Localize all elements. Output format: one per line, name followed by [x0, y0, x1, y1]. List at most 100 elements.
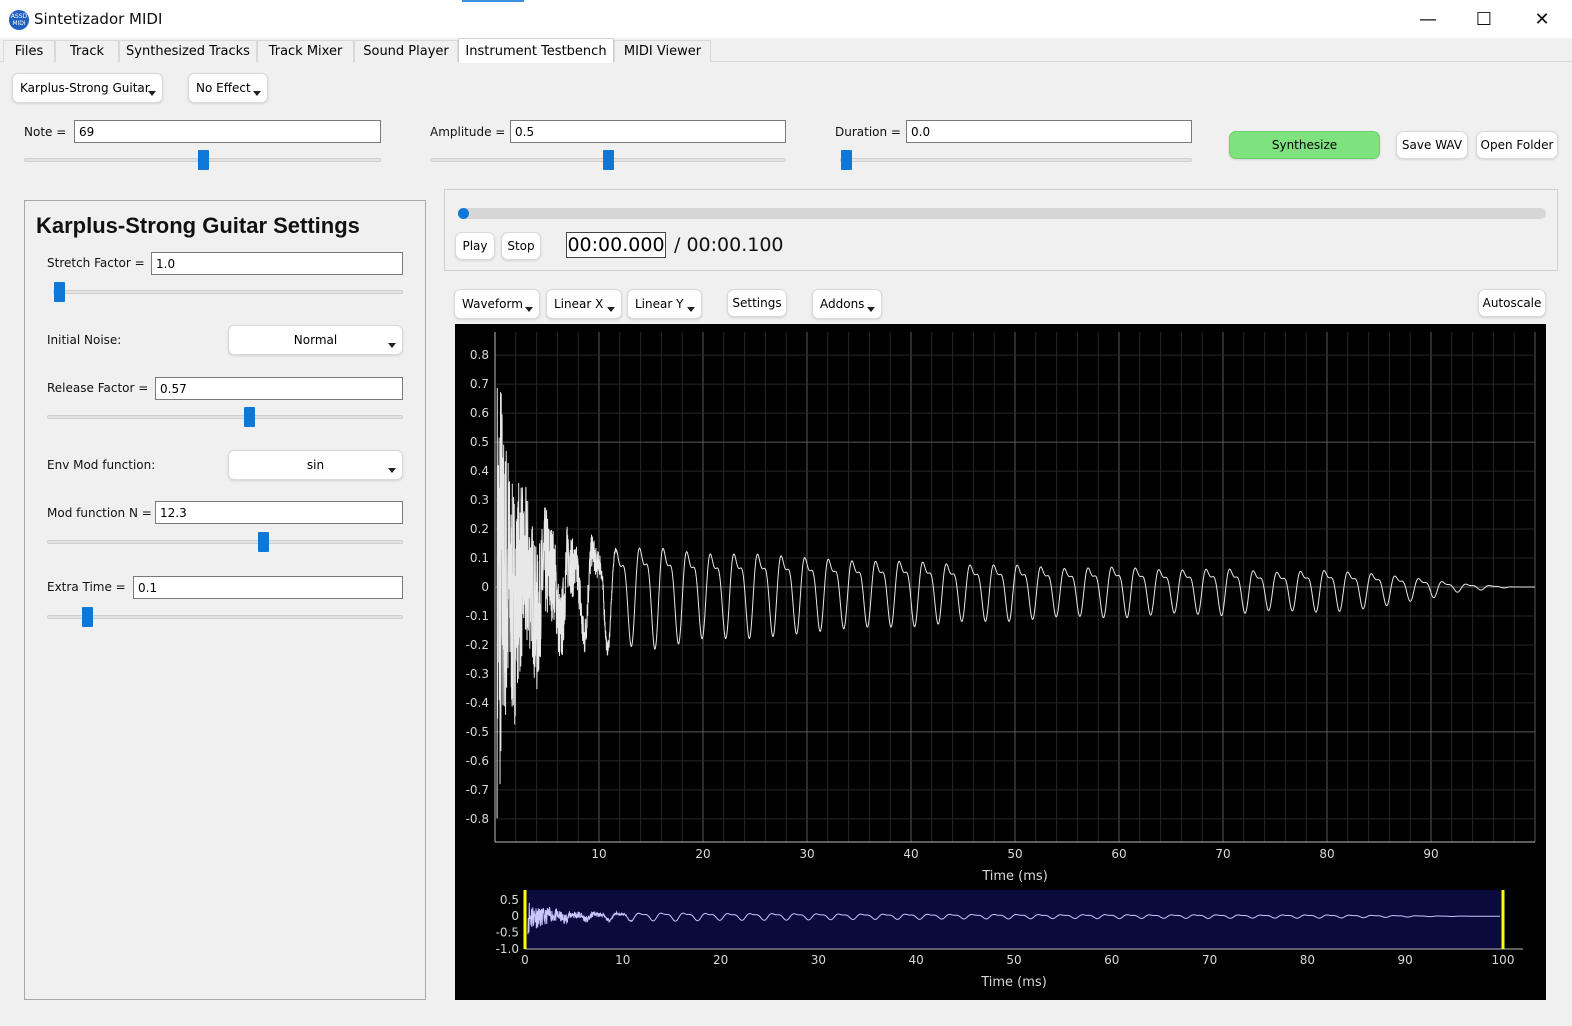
instrument-select[interactable]: Karplus-Strong Guitar — [12, 73, 163, 103]
x-tick-label: 70 — [1215, 847, 1230, 861]
stretch-factor-input[interactable]: 1.0 — [151, 252, 403, 275]
note-label: Note = — [24, 125, 67, 139]
x-tick-label: 90 — [1423, 847, 1438, 861]
synthesize-button[interactable]: Synthesize — [1229, 131, 1380, 159]
tab-track-mixer[interactable]: Track Mixer — [257, 40, 354, 62]
addons-select[interactable]: Addons — [812, 289, 882, 319]
y-scale-select[interactable]: Linear Y — [627, 289, 702, 319]
note-slider[interactable] — [24, 150, 381, 170]
y-tick-label: 0.3 — [470, 493, 489, 507]
overview-x-tick-label: 50 — [1006, 953, 1021, 967]
overview-x-tick-label: 30 — [811, 953, 826, 967]
stretch-factor-slider[interactable] — [53, 282, 403, 302]
chevron-down-icon — [687, 307, 695, 312]
y-tick-label: 0.2 — [470, 522, 489, 536]
autoscale-button[interactable]: Autoscale — [1478, 289, 1546, 317]
amplitude-label: Amplitude = — [430, 125, 506, 139]
slider-handle[interactable] — [197, 150, 209, 170]
y-scale-value: Linear Y — [635, 297, 684, 311]
chevron-down-icon — [525, 307, 533, 312]
chevron-down-icon — [388, 468, 396, 473]
plot-mode-select[interactable]: Waveform — [454, 289, 540, 319]
y-tick-label: -0.6 — [466, 754, 489, 768]
plot-settings-button[interactable]: Settings — [727, 289, 787, 317]
duration-slider[interactable] — [840, 150, 1192, 170]
y-tick-label: -0.7 — [466, 783, 489, 797]
env-mod-label: Env Mod function: — [47, 458, 156, 472]
x-scale-select[interactable]: Linear X — [546, 289, 622, 319]
overview-x-tick-label: 90 — [1398, 953, 1413, 967]
tab-files[interactable]: Files — [3, 40, 55, 62]
instrument-select-value: Karplus-Strong Guitar — [20, 81, 150, 95]
overview-y-tick-label: -1.0 — [496, 942, 519, 956]
slider-track — [47, 615, 403, 619]
x-tick-label: 60 — [1111, 847, 1126, 861]
y-tick-label: 0.1 — [470, 551, 489, 565]
tab-track[interactable]: Track — [55, 40, 119, 62]
x-tick-label: 50 — [1007, 847, 1022, 861]
chevron-down-icon — [607, 307, 615, 312]
y-tick-label: -0.5 — [466, 725, 489, 739]
y-tick-label: -0.2 — [466, 638, 489, 652]
extra-time-slider[interactable] — [47, 607, 403, 627]
duration-input[interactable]: 0.0 — [906, 120, 1192, 143]
x-tick-label: 20 — [695, 847, 710, 861]
minimize-button[interactable]: — — [1400, 0, 1456, 38]
slider-handle[interactable] — [603, 150, 614, 170]
slider-handle[interactable] — [244, 407, 256, 427]
chevron-down-icon — [148, 91, 156, 96]
tab-instrument-testbench[interactable]: Instrument Testbench — [458, 38, 614, 63]
waveform-plots[interactable]: 0.8 0.7 0.6 0.5 0.4 0.3 0.2 0.1 0 -0.1 -0.2 -0.3 -0.… — [455, 324, 1546, 1000]
overview-x-tick-label: 80 — [1300, 953, 1315, 967]
initial-noise-select[interactable]: Normal — [228, 325, 403, 355]
tab-synthesized-tracks[interactable]: Synthesized Tracks — [119, 40, 257, 62]
overview-x-tick-label: 40 — [909, 953, 924, 967]
mod-function-n-slider[interactable] — [47, 532, 403, 552]
slider-handle[interactable] — [82, 607, 94, 627]
y-tick-label: 0.5 — [470, 435, 489, 449]
total-time-display: / 00:00.100 — [674, 234, 784, 256]
overview-x-tick-label: 60 — [1104, 953, 1119, 967]
overview-y-tick-label: 0 — [511, 909, 519, 923]
release-factor-label: Release Factor = — [47, 381, 149, 395]
stop-button[interactable]: Stop — [501, 232, 541, 260]
effect-select-value: No Effect — [196, 81, 251, 95]
amplitude-input[interactable]: 0.5 — [510, 120, 786, 143]
env-mod-select[interactable]: sin — [228, 450, 403, 480]
release-factor-input[interactable]: 0.57 — [155, 377, 403, 400]
playback-progress-bar[interactable] — [458, 208, 1546, 219]
slider-handle[interactable] — [54, 282, 65, 302]
extra-time-input[interactable]: 0.1 — [133, 576, 403, 599]
app-logo-icon: ASSD MIDI — [9, 10, 29, 30]
tab-midi-viewer[interactable]: MIDI Viewer — [614, 40, 711, 62]
open-folder-button[interactable]: Open Folder — [1476, 131, 1558, 159]
release-factor-slider[interactable] — [47, 407, 403, 427]
initial-noise-value: Normal — [293, 333, 338, 347]
chevron-down-icon — [253, 91, 261, 96]
slider-handle[interactable] — [841, 150, 852, 170]
playback-position-handle[interactable] — [458, 208, 469, 219]
y-tick-label: 0.4 — [470, 464, 489, 478]
close-button[interactable]: ✕ — [1514, 0, 1570, 38]
title-accent-line — [462, 0, 524, 2]
chevron-down-icon — [867, 307, 875, 312]
maximize-button[interactable]: ☐ — [1456, 0, 1512, 38]
mod-function-n-input[interactable]: 12.3 — [155, 501, 403, 524]
slider-track — [53, 290, 403, 294]
y-tick-label: 0.7 — [470, 377, 489, 391]
effect-select[interactable]: No Effect — [188, 73, 268, 103]
y-tick-label: -0.1 — [466, 609, 489, 623]
amplitude-slider[interactable] — [430, 150, 786, 170]
overview-x-tick-label: 20 — [713, 953, 728, 967]
x-tick-label: 10 — [591, 847, 606, 861]
env-mod-value: sin — [306, 458, 325, 472]
y-tick-label: 0.6 — [470, 406, 489, 420]
play-button[interactable]: Play — [455, 232, 495, 260]
slider-handle[interactable] — [257, 532, 269, 552]
save-wav-button[interactable]: Save WAV — [1396, 131, 1468, 159]
overview-x-tick-label: 70 — [1202, 953, 1217, 967]
tab-sound-player[interactable]: Sound Player — [354, 40, 458, 62]
note-input[interactable]: 69 — [74, 120, 381, 143]
window-title: Sintetizador MIDI — [34, 10, 163, 28]
plot-mode-value: Waveform — [462, 297, 523, 311]
